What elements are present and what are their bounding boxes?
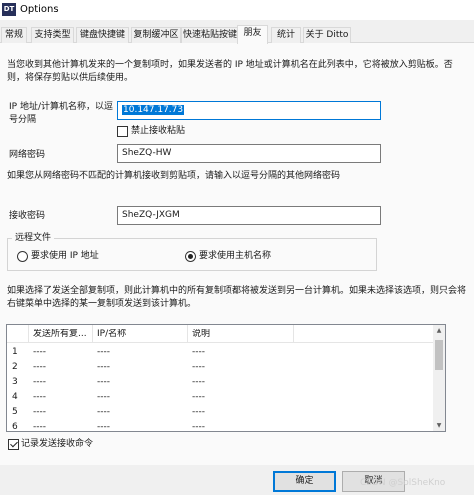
app-icon: DT: [2, 3, 16, 16]
tab-supported-types[interactable]: 支持类型: [31, 27, 74, 43]
table-row[interactable]: 2 ---- ---- ----: [7, 360, 435, 375]
table-row[interactable]: 4 ---- ---- ----: [7, 390, 435, 405]
ip-address-value: 10.147.17.73: [122, 105, 185, 115]
row-send-all: ----: [33, 392, 46, 402]
network-password-input[interactable]: SheZQ-HW: [117, 144, 381, 163]
send-all-desc-line-2: 右键菜单中选择的某一复制项发送到该计算机。: [7, 299, 197, 309]
row-send-all: ----: [33, 407, 46, 417]
require-ip-label: 要求使用 IP 地址: [31, 251, 99, 261]
scroll-thumb[interactable]: [435, 340, 443, 370]
title-bar: DT Options: [0, 0, 474, 20]
table-row[interactable]: 5 ---- ---- ----: [7, 405, 435, 420]
ip-field-label-line-1: IP 地址/计算机名称，以逗: [9, 102, 113, 112]
receive-password-label: 接收密码: [9, 211, 46, 221]
require-hostname-radio[interactable]: [185, 251, 196, 262]
row-index: 6: [12, 422, 18, 432]
ip-address-input[interactable]: 10.147.17.73: [117, 101, 381, 120]
row-description: ----: [192, 392, 205, 402]
row-index: 4: [12, 392, 18, 402]
row-index: 5: [12, 407, 18, 417]
disable-receive-label: 禁止接收粘贴: [131, 126, 186, 136]
column-header-description[interactable]: 说明: [192, 329, 282, 340]
friends-panel: 当您收到其他计算机发来的一个复制项时，如果发送者的 IP 地址或计算机名在此列表…: [0, 43, 474, 465]
row-index: 3: [12, 377, 18, 387]
ip-field-label-line-2: 号分隔: [9, 115, 37, 125]
require-ip-radio[interactable]: [17, 251, 28, 262]
list-vertical-scrollbar[interactable]: ▲ ▼: [433, 325, 445, 431]
row-description: ----: [192, 407, 205, 417]
require-hostname-label: 要求使用主机名称: [199, 251, 272, 261]
tab-keyboard-shortcuts[interactable]: 键盘快捷键: [76, 27, 129, 43]
ok-button[interactable]: 确定: [273, 471, 336, 492]
row-description: ----: [192, 422, 205, 432]
table-row[interactable]: 1 ---- ---- ----: [7, 345, 435, 360]
tab-general[interactable]: 常规: [1, 27, 27, 43]
row-index: 2: [12, 362, 18, 372]
column-header-ip-name[interactable]: IP/名称: [97, 329, 185, 340]
row-ip-name: ----: [97, 362, 110, 372]
tab-about[interactable]: 关于 Ditto: [303, 27, 351, 43]
scroll-down-icon[interactable]: ▼: [433, 420, 445, 431]
row-send-all: ----: [33, 347, 46, 357]
network-password-label: 网络密码: [9, 150, 46, 160]
remote-file-group-label: 远程文件: [12, 232, 55, 244]
intro-line-1: 当您收到其他计算机发来的一个复制项时，如果发送者的 IP 地址或计算机名在此列表…: [7, 60, 453, 70]
row-ip-name: ----: [97, 377, 110, 387]
tab-quick-paste-keys[interactable]: 快速粘贴按键: [181, 27, 239, 43]
log-send-receive-checkbox[interactable]: [8, 439, 19, 450]
receive-password-input[interactable]: SheZQ-JXGM: [117, 206, 381, 225]
list-header: 发送所有复... IP/名称 说明: [7, 325, 435, 343]
tab-strip: 常规 支持类型 键盘快捷键 复制缓冲区 快速粘贴按键 朋友 统计 关于 Ditt…: [0, 25, 474, 44]
row-description: ----: [192, 347, 205, 357]
row-index: 1: [12, 347, 18, 357]
row-ip-name: ----: [97, 347, 110, 357]
table-row[interactable]: 3 ---- ---- ----: [7, 375, 435, 390]
log-send-receive-label: 记录发送接收命令: [21, 439, 94, 449]
table-row[interactable]: 6 ---- ---- ----: [7, 420, 435, 432]
row-send-all: ----: [33, 362, 46, 372]
disable-receive-checkbox[interactable]: [117, 126, 128, 137]
tab-friends[interactable]: 朋友: [237, 25, 268, 44]
row-ip-name: ----: [97, 392, 110, 402]
row-send-all: ----: [33, 422, 46, 432]
tab-copy-buffers[interactable]: 复制缓冲区: [131, 27, 181, 43]
column-header-send-all[interactable]: 发送所有复...: [33, 329, 89, 340]
tab-stats[interactable]: 统计: [271, 27, 301, 43]
other-passwords-hint: 如果您从网络密码不匹配的计算机接收到剪贴项，请输入以逗号分隔的其他网络密码: [7, 171, 341, 181]
row-ip-name: ----: [97, 407, 110, 417]
window-title: Options: [20, 4, 59, 15]
row-ip-name: ----: [97, 422, 110, 432]
row-description: ----: [192, 377, 205, 387]
watermark: CSDN @SolSheKno: [360, 478, 446, 488]
scroll-up-icon[interactable]: ▲: [433, 325, 445, 336]
friends-list[interactable]: 发送所有复... IP/名称 说明 1 ---- ---- ---- 2 ---…: [6, 324, 446, 432]
send-all-desc-line-1: 如果选择了发送全部复制项，则此计算机中的所有复制项都将被发送到另一台计算机。如果…: [7, 286, 467, 296]
intro-line-2: 则，将保存剪贴以供后续使用。: [7, 73, 134, 83]
row-send-all: ----: [33, 377, 46, 387]
row-description: ----: [192, 362, 205, 372]
